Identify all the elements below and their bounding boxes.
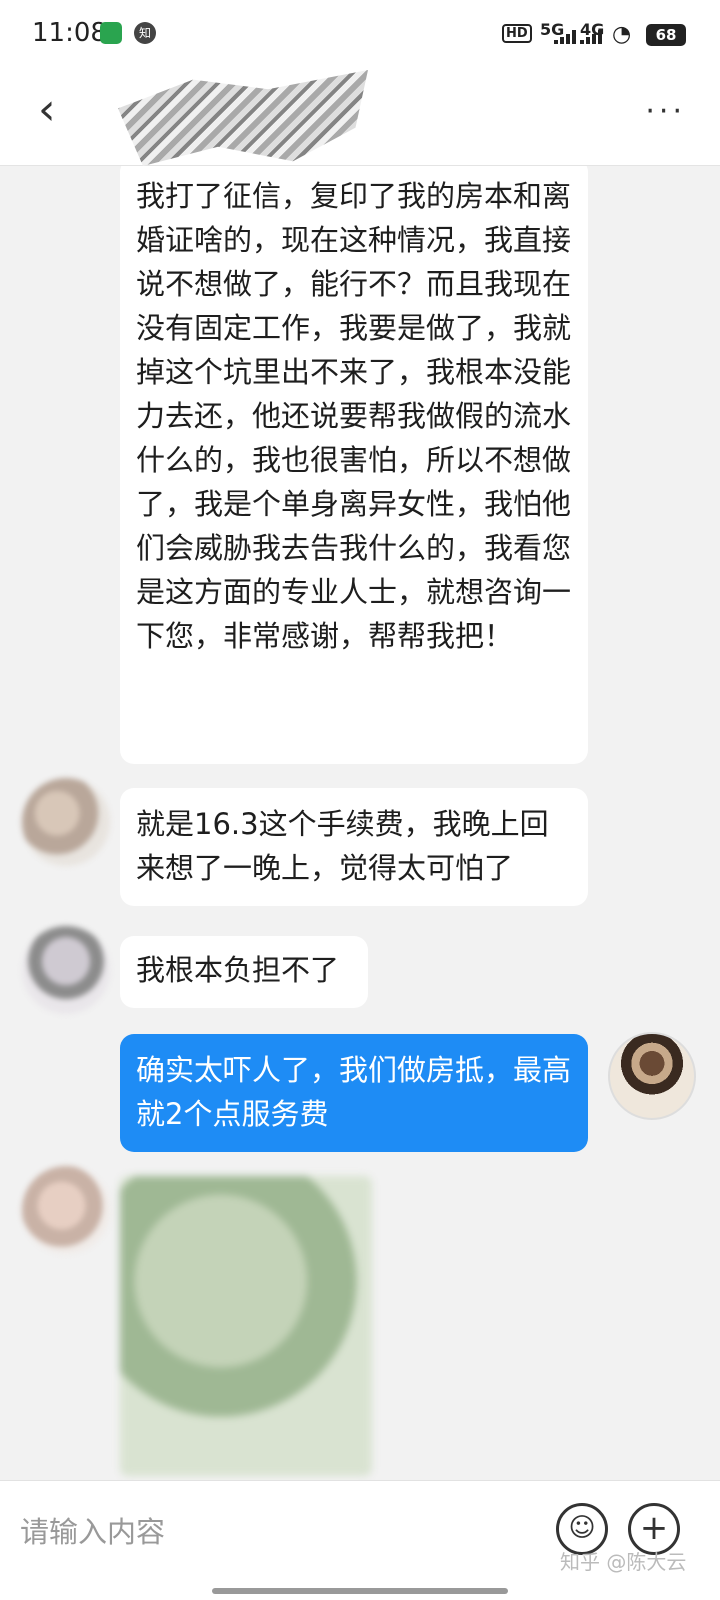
signal-icon-2 xyxy=(580,30,602,44)
hd-voice-icon: HD xyxy=(502,24,532,43)
chat-header: ‹ ··· xyxy=(0,70,720,166)
avatar[interactable] xyxy=(22,778,110,866)
status-time: 11:08 xyxy=(32,18,107,48)
zhihu-notification-icon: 知 xyxy=(134,22,156,44)
chevron-left-icon[interactable]: ‹ xyxy=(38,88,56,132)
message-list[interactable]: 我打了征信，复印了我的房本和离婚证啥的，现在这种情况，我直接说不想做了，能行不？… xyxy=(0,166,720,1480)
contact-name-redacted xyxy=(118,70,368,166)
home-indicator[interactable] xyxy=(212,1588,508,1594)
app-notification-icon xyxy=(100,22,122,44)
input-bar: ☺ + xyxy=(0,1480,720,1600)
battery-icon: 68 xyxy=(646,24,686,46)
avatar[interactable] xyxy=(22,926,110,1014)
watermark: 知乎 @陈大云 xyxy=(560,1550,687,1574)
message-text: 确实太吓人了，我们做房抵，最高就2个点服务费 xyxy=(136,1053,572,1131)
message-text: 我打了征信，复印了我的房本和离婚证啥的，现在这种情况，我直接说不想做了，能行不？… xyxy=(136,179,572,653)
message-bubble: 我根本负担不了 xyxy=(120,936,368,1008)
message-input[interactable] xyxy=(20,1507,520,1557)
message-bubble: 我打了征信，复印了我的房本和离婚证啥的，现在这种情况，我直接说不想做了，能行不？… xyxy=(120,166,588,764)
my-message-bubble: 确实太吓人了，我们做房抵，最高就2个点服务费 xyxy=(120,1034,588,1152)
status-bar: 11:08 知 HD 5G 4G ◔ 68 xyxy=(0,0,720,70)
signal-icon xyxy=(554,30,576,44)
my-avatar[interactable] xyxy=(608,1032,696,1120)
message-text: 我根本负担不了 xyxy=(136,953,340,987)
image-message-redacted[interactable] xyxy=(120,1176,372,1476)
message-bubble: 就是16.3这个手续费，我晚上回来想了一晚上，觉得太可怕了 xyxy=(120,788,588,906)
wifi-icon: ◔ xyxy=(612,22,632,47)
more-icon[interactable]: ··· xyxy=(645,94,686,129)
avatar[interactable] xyxy=(22,1166,110,1254)
message-text: 就是16.3这个手续费，我晚上回来想了一晚上，觉得太可怕了 xyxy=(136,807,549,885)
